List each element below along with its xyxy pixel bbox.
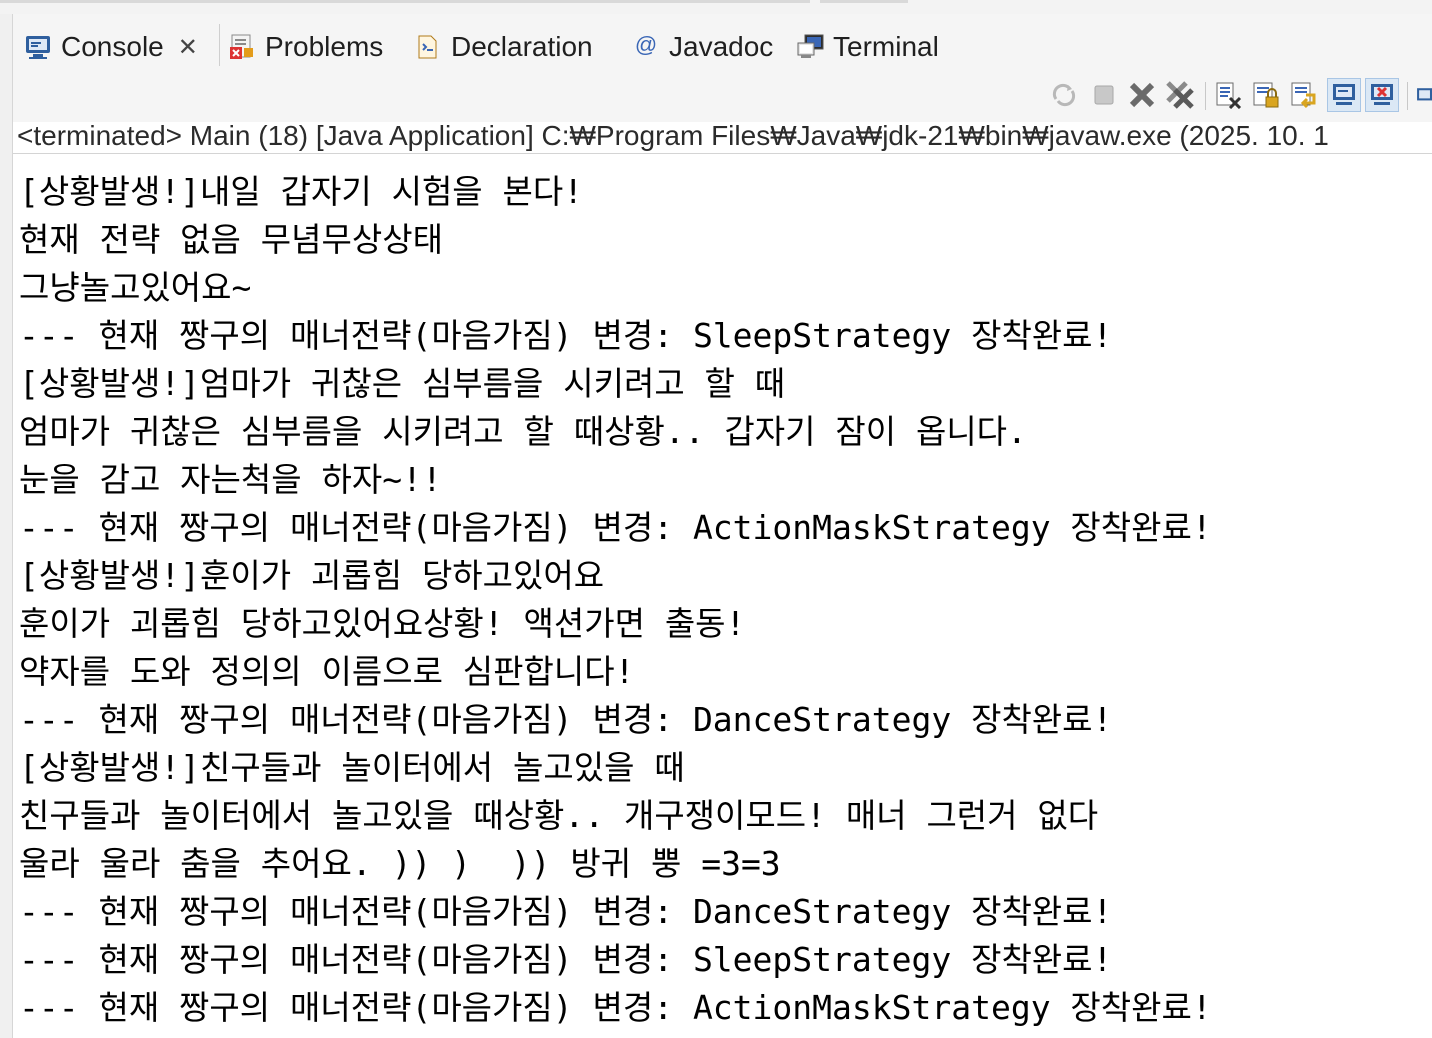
console-line: --- 현재 짱구의 매너전략(마음가짐) 변경: DanceStrategy …	[19, 892, 1113, 931]
console-view: Console ✕ Problems Declaration @ Javadoc…	[13, 14, 1432, 1038]
word-wrap-icon[interactable]	[1287, 78, 1321, 112]
console-line: 약자를 도와 정의의 이름으로 심판합니다!	[19, 652, 635, 691]
editor-scrollbar-thumb[interactable]	[820, 0, 908, 3]
clear-console-icon[interactable]	[1211, 78, 1245, 112]
console-line: --- 현재 짱구의 매너전략(마음가짐) 변경: SleepStrategy …	[19, 940, 1113, 979]
console-line: --- 현재 짱구의 매너전략(마음가짐) 변경: ActionMaskStra…	[19, 988, 1212, 1027]
tab-problems[interactable]: Problems	[229, 28, 383, 66]
console-line: 친구들과 놀이터에서 놀고있을 때상황.. 개구쟁이모드! 매너 그런거 없다	[19, 796, 1099, 835]
show-on-stderr-icon[interactable]	[1365, 78, 1399, 112]
tab-declaration-label: Declaration	[451, 31, 593, 62]
console-toolbar	[13, 70, 1432, 122]
console-line: [상황발생!]내일 갑자기 시험을 본다!	[19, 172, 584, 211]
console-icon	[25, 34, 51, 60]
left-border	[0, 14, 13, 1038]
divider	[13, 153, 1432, 154]
tab-console-label: Console	[61, 31, 164, 62]
declaration-icon	[415, 34, 441, 60]
problems-icon	[229, 34, 255, 60]
tab-console[interactable]: Console ✕	[25, 28, 198, 66]
remove-launch-icon[interactable]	[1125, 78, 1159, 112]
console-line: 훈이가 괴롭힘 당하고있어요상황! 액션가면 출동!	[19, 604, 746, 643]
remove-all-terminated-icon[interactable]	[1163, 78, 1197, 112]
top-strip	[0, 0, 1432, 14]
tab-javadoc-label: Javadoc	[669, 31, 774, 62]
view-tab-bar: Console ✕ Problems Declaration @ Javadoc…	[13, 14, 1432, 70]
console-line: [상황발생!]훈이가 괴롭힘 당하고있어요	[19, 556, 605, 595]
show-on-stdout-icon[interactable]	[1327, 78, 1361, 112]
scroll-lock-icon[interactable]	[1249, 78, 1283, 112]
tab-divider	[219, 24, 220, 66]
console-line: 엄마가 귀찮은 심부름을 시키려고 할 때상황.. 갑자기 잠이 옵니다.	[19, 412, 1027, 451]
process-description: <terminated> Main (18) [Java Application…	[17, 120, 1329, 151]
terminate-icon[interactable]	[1087, 78, 1121, 112]
close-icon[interactable]: ✕	[178, 33, 198, 62]
console-line: 현재 전략 없음 무념무상상태	[19, 220, 443, 259]
console-line: 눈을 감고 자는척을 하자~!!	[19, 460, 442, 499]
console-line: [상황발생!]친구들과 놀이터에서 놀고있을 때	[19, 748, 685, 787]
console-line: --- 현재 짱구의 매너전략(마음가짐) 변경: ActionMaskStra…	[19, 508, 1212, 547]
tab-terminal[interactable]: Terminal	[797, 28, 939, 66]
tab-javadoc[interactable]: @ Javadoc	[633, 28, 773, 66]
console-output[interactable]: [상황발생!]내일 갑자기 시험을 본다! 현재 전략 없음 무념무상상태그냥놀고…	[19, 168, 1429, 1032]
toolbar-divider	[1205, 82, 1206, 110]
javadoc-icon: @	[634, 32, 658, 57]
console-line: 울라 울라 춤을 추어요. )) ) )) 방귀 뿡 =3=3	[19, 844, 781, 883]
terminal-icon	[797, 34, 824, 60]
toolbar-divider	[1407, 82, 1408, 110]
tab-problems-label: Problems	[265, 31, 384, 62]
console-line: --- 현재 짱구의 매너전략(마음가짐) 변경: DanceStrategy …	[19, 700, 1113, 739]
editor-scrollbar-track	[0, 0, 810, 3]
console-line: --- 현재 짱구의 매너전략(마음가짐) 변경: SleepStrategy …	[19, 316, 1113, 355]
console-line: 그냥놀고있어요~	[19, 268, 252, 307]
link-with-editor-icon[interactable]	[1047, 78, 1081, 112]
tab-declaration[interactable]: Declaration	[415, 28, 593, 66]
tab-terminal-label: Terminal	[833, 31, 939, 62]
console-line: [상황발생!]엄마가 귀찮은 심부름을 시키려고 할 때	[19, 364, 786, 403]
pin-console-icon[interactable]	[1413, 78, 1432, 112]
